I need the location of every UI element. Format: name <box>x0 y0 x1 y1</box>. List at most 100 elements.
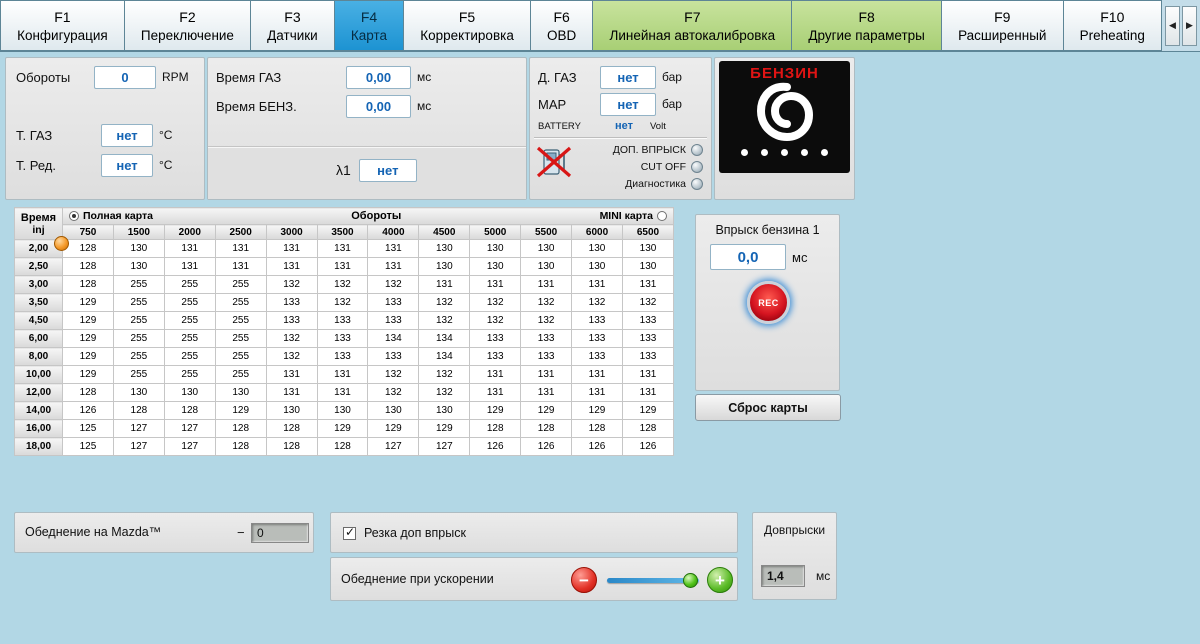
map-cell[interactable]: 127 <box>112 419 165 438</box>
decrease-button[interactable]: − <box>571 567 597 593</box>
map-cell[interactable]: 134 <box>418 347 471 366</box>
map-cell[interactable]: 255 <box>163 347 216 366</box>
tab-f3[interactable]: F3 Датчики <box>250 0 335 51</box>
map-cell[interactable]: 128 <box>214 419 267 438</box>
map-cell[interactable]: 130 <box>214 383 267 402</box>
map-cell[interactable]: 125 <box>62 419 114 438</box>
map-cell[interactable]: 133 <box>316 311 369 330</box>
map-cell[interactable]: 132 <box>367 275 420 294</box>
map-cell[interactable]: 255 <box>214 293 267 312</box>
map-cell[interactable]: 131 <box>214 257 267 276</box>
map-cell[interactable]: 126 <box>520 437 573 456</box>
map-cell[interactable]: 130 <box>571 257 623 276</box>
map-cell[interactable]: 131 <box>214 239 267 258</box>
increase-button[interactable]: + <box>707 567 733 593</box>
map-cell[interactable]: 131 <box>520 365 573 384</box>
map-cell[interactable]: 128 <box>571 419 623 438</box>
map-cell[interactable]: 127 <box>163 437 216 456</box>
map-cell[interactable]: 129 <box>418 419 471 438</box>
map-cell[interactable]: 133 <box>621 347 675 366</box>
map-cell[interactable]: 132 <box>520 311 573 330</box>
map-cell[interactable]: 255 <box>163 329 216 348</box>
map-cell[interactable]: 130 <box>418 239 471 258</box>
map-cell[interactable]: 134 <box>418 329 471 348</box>
map-cell[interactable]: 130 <box>621 257 675 276</box>
map-cell[interactable]: 132 <box>367 365 420 384</box>
map-cell[interactable]: 129 <box>62 365 114 384</box>
map-cell[interactable]: 131 <box>265 239 318 258</box>
map-cell[interactable]: 129 <box>62 347 114 366</box>
map-cell[interactable]: 132 <box>265 347 318 366</box>
map-cell[interactable]: 255 <box>163 293 216 312</box>
map-cell[interactable]: 131 <box>316 383 369 402</box>
map-cell[interactable]: 129 <box>621 401 675 420</box>
map-cell[interactable]: 255 <box>112 365 165 384</box>
map-cell[interactable]: 126 <box>469 437 522 456</box>
map-cell[interactable]: 255 <box>112 347 165 366</box>
map-cell[interactable]: 128 <box>621 419 675 438</box>
map-cell[interactable]: 129 <box>367 419 420 438</box>
tab-f10[interactable]: F10 Preheating <box>1062 0 1163 51</box>
map-cell[interactable]: 130 <box>112 239 165 258</box>
map-cell[interactable]: 130 <box>112 257 165 276</box>
map-cell[interactable]: 131 <box>316 257 369 276</box>
map-cell[interactable]: 133 <box>621 329 675 348</box>
map-cell[interactable]: 126 <box>571 437 623 456</box>
map-cell[interactable]: 130 <box>621 239 675 258</box>
accel-lean-slider-handle[interactable] <box>683 573 698 588</box>
map-cell[interactable]: 126 <box>62 401 114 420</box>
tab-f2[interactable]: F2 Переключение <box>123 0 252 51</box>
cut-extra-injection-checkbox[interactable]: ✓ <box>343 525 356 540</box>
map-cell[interactable]: 133 <box>265 311 318 330</box>
map-cell[interactable]: 128 <box>62 275 114 294</box>
map-cell[interactable]: 132 <box>418 383 471 402</box>
map-cell[interactable]: 133 <box>571 329 623 348</box>
map-cell[interactable]: 132 <box>571 293 623 312</box>
map-cell[interactable]: 133 <box>367 347 420 366</box>
map-cell[interactable]: 133 <box>571 311 623 330</box>
map-cell[interactable]: 131 <box>265 383 318 402</box>
map-cell[interactable]: 133 <box>520 329 573 348</box>
map-cell[interactable]: 132 <box>418 293 471 312</box>
map-cell[interactable]: 128 <box>520 419 573 438</box>
map-cell[interactable]: 131 <box>621 365 675 384</box>
map-cell[interactable]: 131 <box>316 365 369 384</box>
rec-button[interactable]: REC <box>747 281 790 324</box>
map-cell[interactable]: 255 <box>163 275 216 294</box>
map-cell[interactable]: 130 <box>163 383 216 402</box>
map-cell[interactable]: 132 <box>265 275 318 294</box>
map-cell[interactable]: 130 <box>571 239 623 258</box>
map-cell[interactable]: 128 <box>214 437 267 456</box>
map-cell[interactable]: 255 <box>214 311 267 330</box>
map-cell[interactable]: 133 <box>621 311 675 330</box>
map-cell[interactable]: 133 <box>571 347 623 366</box>
map-cell[interactable]: 131 <box>520 383 573 402</box>
map-cell[interactable]: 131 <box>316 239 369 258</box>
map-cell[interactable]: 132 <box>367 383 420 402</box>
map-cell[interactable]: 128 <box>316 437 369 456</box>
map-cell[interactable]: 255 <box>112 329 165 348</box>
map-cell[interactable]: 128 <box>265 419 318 438</box>
tab-f1[interactable]: F1 Конфигурация <box>0 0 125 51</box>
tab-f6[interactable]: F6 OBD <box>529 0 594 51</box>
map-cell[interactable]: 131 <box>571 275 623 294</box>
map-cell[interactable]: 128 <box>163 401 216 420</box>
map-cell[interactable]: 255 <box>214 329 267 348</box>
map-cell[interactable]: 131 <box>367 239 420 258</box>
map-cell[interactable]: 132 <box>265 329 318 348</box>
map-cell[interactable]: 130 <box>418 401 471 420</box>
reset-map-button[interactable]: Сброс карты <box>695 394 841 421</box>
map-cell[interactable]: 131 <box>163 257 216 276</box>
fuel-mode-display[interactable]: БЕНЗИН <box>719 61 850 173</box>
map-cell[interactable]: 127 <box>367 437 420 456</box>
map-cell[interactable]: 133 <box>265 293 318 312</box>
map-cell[interactable]: 131 <box>469 383 522 402</box>
map-cell[interactable]: 133 <box>316 329 369 348</box>
map-cell[interactable]: 255 <box>112 311 165 330</box>
mazda-lean-value-field[interactable]: 0 <box>251 523 309 543</box>
map-cell[interactable]: 131 <box>163 239 216 258</box>
map-cell[interactable]: 132 <box>520 293 573 312</box>
map-cell[interactable]: 130 <box>520 257 573 276</box>
mini-map-radio[interactable]: MINI карта <box>600 210 667 222</box>
map-cell[interactable]: 131 <box>367 257 420 276</box>
